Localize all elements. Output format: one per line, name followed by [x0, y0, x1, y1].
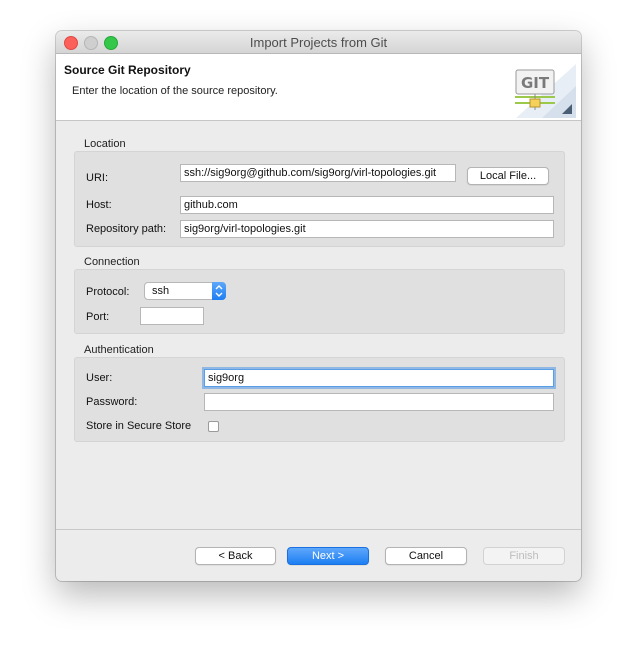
host-input[interactable]: github.com [180, 196, 554, 214]
uri-input[interactable]: ssh://sig9org@github.com/sig9org/virl-to… [180, 164, 456, 182]
authentication-section-label: Authentication [84, 344, 154, 356]
user-label: User: [86, 372, 113, 384]
local-file-button[interactable]: Local File... [467, 167, 549, 185]
git-logo-text: GIT [521, 74, 550, 92]
cancel-button[interactable]: Cancel [385, 547, 467, 565]
import-wizard-window: Import Projects from Git Source Git Repo… [56, 31, 581, 581]
title-bar[interactable]: Import Projects from Git [56, 31, 581, 54]
protocol-value: ssh [152, 285, 170, 297]
location-group: URI: ssh://sig9org@github.com/sig9org/vi… [74, 151, 565, 247]
password-label: Password: [86, 396, 138, 408]
wizard-header: Source Git Repository Enter the location… [56, 54, 581, 121]
protocol-select[interactable]: ssh [144, 282, 226, 300]
host-label: Host: [86, 199, 112, 211]
git-logo-icon: GIT [515, 64, 576, 118]
back-button[interactable]: < Back [195, 547, 276, 565]
store-in-secure-store-checkbox[interactable] [208, 421, 219, 432]
port-input[interactable] [140, 307, 204, 325]
connection-group: Protocol: ssh Port: [74, 269, 565, 334]
next-button[interactable]: Next > [287, 547, 369, 565]
finish-button[interactable]: Finish [483, 547, 565, 565]
uri-label: URI: [86, 172, 108, 184]
footer-divider [56, 529, 581, 530]
protocol-label: Protocol: [86, 286, 130, 298]
password-input[interactable] [204, 393, 554, 411]
location-section-label: Location [84, 138, 126, 150]
repository-path-input[interactable]: sig9org/virl-topologies.git [180, 220, 554, 238]
connection-section-label: Connection [84, 256, 140, 268]
user-input[interactable]: sig9org [204, 369, 554, 387]
authentication-group: User: sig9org Password: Store in Secure … [74, 357, 565, 442]
window-title: Import Projects from Git [249, 35, 388, 50]
port-label: Port: [86, 311, 110, 323]
page-title: Source Git Repository [64, 63, 191, 77]
page-description: Enter the location of the source reposit… [72, 85, 278, 97]
repository-path-label: Repository path: [86, 223, 167, 235]
store-in-secure-store-label: Store in Secure Store [86, 420, 192, 432]
chevron-updown-icon [212, 282, 226, 300]
